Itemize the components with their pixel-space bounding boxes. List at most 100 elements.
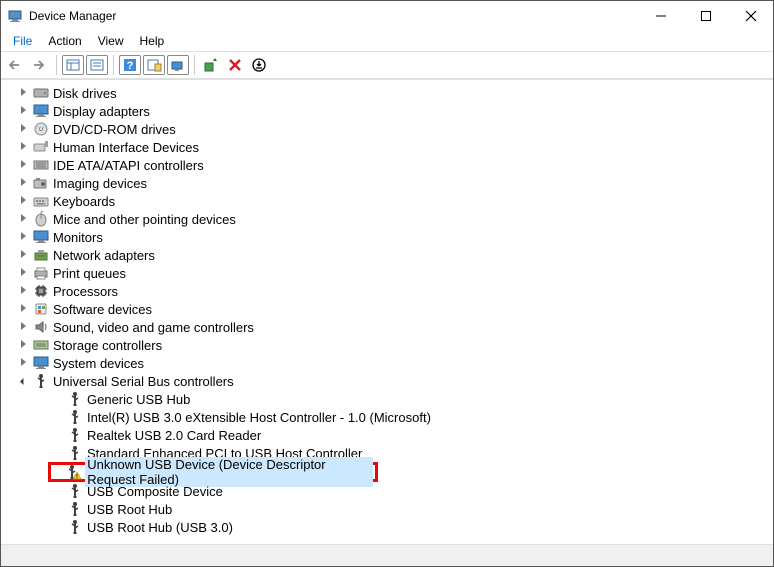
help-button[interactable]: ?	[119, 55, 141, 75]
tree-category[interactable]: Sound, video and game controllers	[1, 318, 773, 336]
device-label: Realtek USB 2.0 Card Reader	[87, 428, 261, 443]
expand-icon[interactable]	[17, 124, 29, 135]
device-label: Generic USB Hub	[87, 392, 190, 407]
tree-device[interactable]: USB Root Hub (USB 3.0)	[1, 518, 773, 536]
expand-icon[interactable]	[17, 358, 29, 369]
category-label: Monitors	[53, 230, 103, 245]
properties-button[interactable]	[86, 55, 108, 75]
menu-view[interactable]: View	[90, 32, 132, 50]
app-icon	[7, 8, 23, 24]
device-label: USB Root Hub	[87, 502, 172, 517]
window-title: Device Manager	[29, 9, 638, 23]
expand-icon[interactable]	[17, 106, 29, 117]
system-icon	[33, 355, 49, 371]
tree-device[interactable]: USB Composite Device	[1, 482, 773, 500]
expand-icon[interactable]	[17, 196, 29, 207]
usb-icon	[33, 373, 49, 389]
expand-icon[interactable]	[17, 286, 29, 297]
usb-icon	[67, 483, 83, 499]
svg-text:!: !	[76, 475, 78, 481]
tree-category[interactable]: Software devices	[1, 300, 773, 318]
tree-category[interactable]: Display adapters	[1, 102, 773, 120]
category-label: Software devices	[53, 302, 152, 317]
tree-category[interactable]: Network adapters	[1, 246, 773, 264]
tree-category[interactable]: Imaging devices	[1, 174, 773, 192]
maximize-button[interactable]	[683, 2, 728, 30]
tree-category[interactable]: System devices	[1, 354, 773, 372]
highlighted-error-device[interactable]: ! Unknown USB Device (Device Descriptor …	[48, 462, 378, 482]
category-label: Print queues	[53, 266, 126, 281]
back-button[interactable]	[5, 54, 27, 76]
category-label: System devices	[53, 356, 144, 371]
close-button[interactable]	[728, 2, 773, 30]
expand-icon[interactable]	[17, 88, 29, 99]
monitor-icon	[33, 229, 49, 245]
tree-category-usb[interactable]: Universal Serial Bus controllers	[1, 372, 773, 390]
printq-icon	[33, 265, 49, 281]
software-icon	[33, 301, 49, 317]
category-label: Keyboards	[53, 194, 115, 209]
tree-category[interactable]: Mice and other pointing devices	[1, 210, 773, 228]
category-label: Mice and other pointing devices	[53, 212, 236, 227]
expand-icon[interactable]	[17, 232, 29, 243]
svg-text:?: ?	[127, 60, 134, 72]
expand-icon[interactable]	[17, 268, 29, 279]
category-label: Storage controllers	[53, 338, 162, 353]
device-label: USB Root Hub (USB 3.0)	[87, 520, 233, 535]
expand-icon[interactable]	[17, 250, 29, 261]
expand-icon[interactable]	[17, 322, 29, 333]
usb-icon	[67, 391, 83, 407]
category-label: Processors	[53, 284, 118, 299]
uninstall-button[interactable]	[224, 54, 246, 76]
usb-icon	[67, 427, 83, 443]
tree-category[interactable]: Keyboards	[1, 192, 773, 210]
expand-icon[interactable]	[17, 178, 29, 189]
device-label: USB Composite Device	[87, 484, 223, 499]
tree-category[interactable]: Human Interface Devices	[1, 138, 773, 156]
minimize-button[interactable]	[638, 2, 683, 30]
tree-device[interactable]: Realtek USB 2.0 Card Reader	[1, 426, 773, 444]
tree-category[interactable]: Monitors	[1, 228, 773, 246]
show-hide-console-button[interactable]	[62, 55, 84, 75]
menu-file[interactable]: File	[5, 32, 40, 50]
tree-category[interactable]: Storage controllers	[1, 336, 773, 354]
expand-icon[interactable]	[17, 214, 29, 225]
action-button[interactable]	[143, 55, 165, 75]
device-tree[interactable]: Disk drives Display adapters DVD/CD-ROM …	[1, 79, 773, 546]
expand-icon[interactable]	[17, 160, 29, 171]
menu-action[interactable]: Action	[40, 32, 89, 50]
cpu-icon	[33, 283, 49, 299]
scan-hardware-button[interactable]	[167, 55, 189, 75]
tree-category[interactable]: Processors	[1, 282, 773, 300]
disk-icon	[33, 85, 49, 101]
usb-icon	[67, 501, 83, 517]
category-label: Display adapters	[53, 104, 150, 119]
menu-help[interactable]: Help	[132, 32, 173, 50]
usb-icon	[67, 409, 83, 425]
expand-icon[interactable]	[17, 304, 29, 315]
category-label: Sound, video and game controllers	[53, 320, 254, 335]
expand-icon[interactable]	[17, 340, 29, 351]
collapse-icon[interactable]	[17, 376, 29, 387]
update-driver-button[interactable]	[200, 54, 222, 76]
forward-button[interactable]	[29, 54, 51, 76]
menu-bar: File Action View Help	[1, 31, 773, 51]
tree-category[interactable]: DVD/CD-ROM drives	[1, 120, 773, 138]
device-label: Unknown USB Device (Device Descriptor Re…	[85, 457, 373, 487]
tree-category[interactable]: Disk drives	[1, 84, 773, 102]
tree-category[interactable]: Print queues	[1, 264, 773, 282]
usb-icon	[67, 519, 83, 535]
expand-icon[interactable]	[17, 142, 29, 153]
category-label: IDE ATA/ATAPI controllers	[53, 158, 204, 173]
category-label: Human Interface Devices	[53, 140, 199, 155]
tree-device[interactable]: Generic USB Hub	[1, 390, 773, 408]
tree-device[interactable]: USB Root Hub	[1, 500, 773, 518]
mouse-icon	[33, 211, 49, 227]
disable-button[interactable]	[248, 54, 270, 76]
storage-icon	[33, 337, 49, 353]
toolbar: ?	[1, 51, 773, 79]
imaging-icon	[33, 175, 49, 191]
tree-category[interactable]: IDE ATA/ATAPI controllers	[1, 156, 773, 174]
device-label: Intel(R) USB 3.0 eXtensible Host Control…	[87, 410, 431, 425]
tree-device[interactable]: Intel(R) USB 3.0 eXtensible Host Control…	[1, 408, 773, 426]
